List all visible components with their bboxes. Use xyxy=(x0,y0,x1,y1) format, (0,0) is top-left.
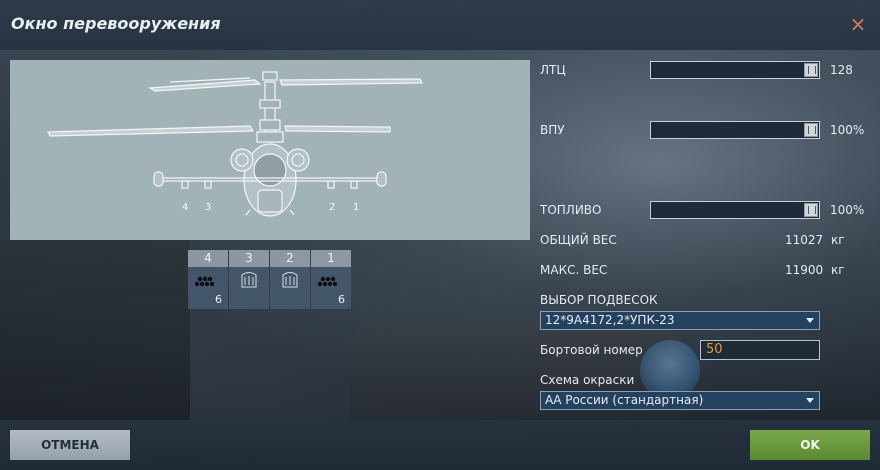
pylon-number: 2 xyxy=(270,250,310,267)
missile-rack-icon xyxy=(282,272,298,288)
chevron-down-icon xyxy=(806,318,814,323)
background-panel-left xyxy=(0,240,190,420)
tail-number-label: Бортовой номер xyxy=(540,343,643,357)
slider-knob[interactable] xyxy=(804,63,818,77)
preview-station-label: 3 xyxy=(205,202,212,213)
preview-station-label: 2 xyxy=(329,202,336,213)
vpu-value: 100% xyxy=(830,123,865,137)
close-icon[interactable]: × xyxy=(848,13,868,35)
title-bar: Окно перевооружения × xyxy=(0,0,880,50)
fuel-label: ТОПЛИВО xyxy=(540,203,602,217)
helicopter-schematic xyxy=(47,71,423,217)
ltc-value: 128 xyxy=(830,63,853,77)
rocket-pod-icon xyxy=(194,276,215,287)
vpu-slider[interactable] xyxy=(650,121,820,139)
pylon-slot[interactable]: 1 6 xyxy=(311,250,351,309)
gross-weight-label: ОБЩИЙ ВЕС xyxy=(540,233,617,247)
loadout-select[interactable]: 12*9А4172,2*УПК-23 xyxy=(540,311,820,330)
missile-rack-icon xyxy=(241,272,257,288)
pylon-slot[interactable]: 3 xyxy=(229,250,269,309)
preview-station-label: 1 xyxy=(353,202,360,213)
pylon-slot[interactable]: 4 6 xyxy=(188,250,228,309)
pylon-slot[interactable]: 2 xyxy=(270,250,310,309)
pylon-number: 1 xyxy=(311,250,351,267)
slider-knob[interactable] xyxy=(804,123,818,137)
max-weight-value: 11900 xyxy=(785,263,824,277)
vpu-label: ВПУ xyxy=(540,123,565,137)
max-weight-unit: кг xyxy=(831,263,845,277)
pylon-selector: 4 6 3 2 1 6 xyxy=(188,250,351,309)
ok-button[interactable]: OK xyxy=(750,430,870,460)
chevron-down-icon xyxy=(806,398,814,403)
bottom-bar xyxy=(0,420,880,470)
livery-selected: АА России (стандартная) xyxy=(545,393,704,407)
aircraft-preview: 4 3 2 1 xyxy=(10,60,530,240)
ltc-label: ЛТЦ xyxy=(540,63,566,77)
slider-knob[interactable] xyxy=(804,203,818,217)
gross-weight-value: 11027 xyxy=(785,233,824,247)
loadout-selected: 12*9А4172,2*УПК-23 xyxy=(545,313,675,327)
pylon-number: 3 xyxy=(229,250,269,267)
cancel-button[interactable]: ОТМЕНА xyxy=(10,430,130,460)
ltc-slider[interactable] xyxy=(650,61,820,79)
livery-select[interactable]: АА России (стандартная) xyxy=(540,391,820,410)
pylon-count: 6 xyxy=(215,293,222,306)
window-title: Окно перевооружения xyxy=(11,14,221,33)
preview-station-label: 4 xyxy=(182,202,189,213)
loadout-label: ВЫБОР ПОДВЕСОК xyxy=(540,293,658,307)
pylon-number: 4 xyxy=(188,250,228,267)
gross-weight-unit: кг xyxy=(831,233,845,247)
tail-number-input[interactable]: 50 xyxy=(700,340,820,360)
rocket-pod-icon xyxy=(317,276,338,287)
fuel-value: 100% xyxy=(830,203,865,217)
livery-label: Схема окраски xyxy=(540,373,635,387)
fuel-slider[interactable] xyxy=(650,201,820,219)
pylon-count: 6 xyxy=(338,293,345,306)
max-weight-label: МАКС. ВЕС xyxy=(540,263,608,277)
